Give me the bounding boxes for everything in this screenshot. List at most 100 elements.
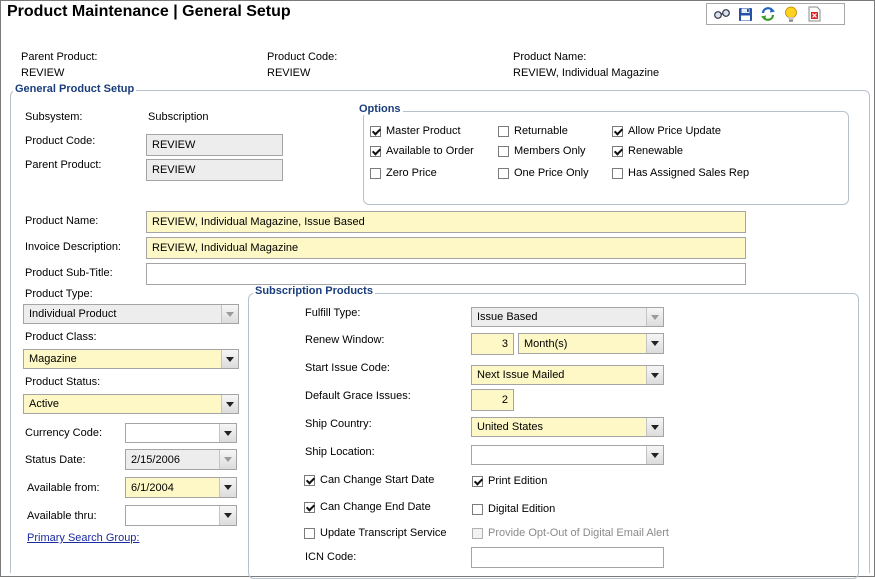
- subsystem-label: Subsystem:: [25, 111, 83, 123]
- ship-location-label: Ship Location:: [305, 446, 375, 458]
- product-code-field[interactable]: REVIEW: [146, 134, 283, 156]
- print-edition-label: Print Edition: [488, 475, 548, 487]
- chevron-down-icon[interactable]: [221, 305, 238, 323]
- glasses-icon[interactable]: [713, 5, 731, 23]
- invoice-description-label: Invoice Description:: [25, 241, 121, 253]
- currency-code-label: Currency Code:: [25, 427, 103, 439]
- default-grace-issues-label: Default Grace Issues:: [305, 390, 411, 402]
- one-price-only-checkbox[interactable]: One Price Only: [498, 167, 589, 179]
- lightbulb-icon[interactable]: [782, 5, 800, 23]
- fulfill-type-value: Issue Based: [477, 311, 538, 323]
- start-issue-code-dropdown[interactable]: Next Issue Mailed: [471, 365, 664, 385]
- product-status-label: Product Status:: [25, 376, 101, 388]
- subsystem-value: Subscription: [148, 111, 209, 123]
- ship-location-dropdown[interactable]: [471, 445, 664, 465]
- zero-price-label: Zero Price: [386, 167, 437, 179]
- chevron-down-icon[interactable]: [646, 446, 663, 464]
- product-status-value: Active: [29, 398, 59, 410]
- chevron-down-icon[interactable]: [219, 450, 236, 469]
- product-subtitle-field[interactable]: [146, 263, 746, 285]
- checkbox-mark[interactable]: [612, 145, 623, 157]
- product-type-dropdown[interactable]: Individual Product: [23, 304, 239, 324]
- refresh-icon[interactable]: [759, 5, 777, 23]
- icn-code-label: ICN Code:: [305, 551, 357, 563]
- product-class-value: Magazine: [29, 353, 77, 365]
- available-to-order-label: Available to Order: [386, 145, 474, 157]
- product-name-label: Product Name:: [25, 215, 99, 227]
- digital-edition-label: Digital Edition: [488, 503, 556, 515]
- checkbox-mark[interactable]: [472, 475, 483, 487]
- currency-code-dropdown[interactable]: [125, 423, 237, 443]
- members-only-checkbox[interactable]: Members Only: [498, 145, 586, 157]
- product-name-field[interactable]: REVIEW, Individual Magazine, Issue Based: [146, 211, 746, 233]
- chevron-down-icon[interactable]: [646, 334, 663, 353]
- parent-product-field[interactable]: REVIEW: [146, 159, 283, 181]
- can-change-end-date-label: Can Change End Date: [320, 501, 431, 513]
- checkbox-mark[interactable]: [498, 125, 509, 137]
- checkbox-mark[interactable]: [304, 474, 315, 486]
- chevron-down-icon[interactable]: [221, 395, 238, 413]
- has-assigned-sales-rep-checkbox[interactable]: Has Assigned Sales Rep: [612, 167, 749, 179]
- digital-edition-checkbox[interactable]: Digital Edition: [472, 503, 555, 515]
- checkbox-mark[interactable]: [304, 527, 315, 539]
- can-change-start-date-checkbox[interactable]: Can Change Start Date: [304, 474, 434, 486]
- checkbox-mark[interactable]: [370, 167, 381, 179]
- options-title: Options: [357, 103, 403, 115]
- checkbox-mark[interactable]: [370, 125, 381, 137]
- available-from-label: Available from:: [27, 482, 100, 494]
- checkbox-mark[interactable]: [370, 145, 381, 157]
- icn-code-field[interactable]: [471, 547, 664, 568]
- master-product-checkbox[interactable]: Master Product: [370, 125, 461, 137]
- checkbox-mark[interactable]: [498, 145, 509, 157]
- save-icon[interactable]: [736, 5, 754, 23]
- chevron-down-icon[interactable]: [646, 418, 663, 436]
- available-from-picker[interactable]: 6/1/2004: [125, 477, 237, 498]
- status-date-picker[interactable]: 2/15/2006: [125, 449, 237, 470]
- zero-price-checkbox[interactable]: Zero Price: [370, 167, 437, 179]
- returnable-checkbox[interactable]: Returnable: [498, 125, 568, 137]
- primary-search-group-link[interactable]: Primary Search Group:: [27, 532, 139, 544]
- delete-icon[interactable]: [805, 5, 823, 23]
- available-to-order-checkbox[interactable]: Available to Order: [370, 145, 474, 157]
- renew-window-field[interactable]: 3: [471, 333, 514, 355]
- checkbox-mark[interactable]: [472, 527, 483, 539]
- members-only-label: Members Only: [514, 145, 586, 157]
- product-status-dropdown[interactable]: Active: [23, 394, 239, 414]
- ship-country-value: United States: [477, 421, 544, 433]
- renew-window-unit-dropdown[interactable]: Month(s): [518, 333, 664, 354]
- summary-product-name-label: Product Name:: [513, 51, 587, 63]
- chevron-down-icon[interactable]: [646, 366, 663, 384]
- general-setup-title: General Product Setup: [13, 83, 137, 95]
- product-class-label: Product Class:: [25, 331, 97, 343]
- invoice-description-field[interactable]: REVIEW, Individual Magazine: [146, 237, 746, 259]
- opt-out-digital-email-checkbox[interactable]: Provide Opt-Out of Digital Email Alert: [472, 527, 669, 539]
- can-change-end-date-checkbox[interactable]: Can Change End Date: [304, 501, 431, 513]
- chevron-down-icon[interactable]: [219, 506, 236, 525]
- checkbox-mark[interactable]: [612, 167, 623, 179]
- chevron-down-icon[interactable]: [646, 308, 663, 326]
- parent-product-label: Parent Product:: [25, 159, 102, 171]
- chevron-down-icon[interactable]: [219, 424, 236, 442]
- renewable-label: Renewable: [628, 145, 684, 157]
- chevron-down-icon[interactable]: [221, 350, 238, 368]
- product-code-label: Product Code:: [25, 135, 96, 147]
- checkbox-mark[interactable]: [612, 125, 623, 137]
- available-thru-picker[interactable]: [125, 505, 237, 526]
- renew-window-unit-value: Month(s): [524, 337, 568, 350]
- allow-price-update-label: Allow Price Update: [628, 125, 721, 137]
- default-grace-issues-field[interactable]: 2: [471, 389, 514, 411]
- renewable-checkbox[interactable]: Renewable: [612, 145, 683, 157]
- print-edition-checkbox[interactable]: Print Edition: [472, 475, 547, 487]
- summary-product-code-label: Product Code:: [267, 51, 338, 63]
- one-price-only-label: One Price Only: [514, 167, 589, 179]
- fulfill-type-dropdown[interactable]: Issue Based: [471, 307, 664, 327]
- checkbox-mark[interactable]: [472, 503, 483, 515]
- allow-price-update-checkbox[interactable]: Allow Price Update: [612, 125, 721, 137]
- status-date-label: Status Date:: [25, 454, 86, 466]
- chevron-down-icon[interactable]: [219, 478, 236, 497]
- checkbox-mark[interactable]: [498, 167, 509, 179]
- update-transcript-service-checkbox[interactable]: Update Transcript Service: [304, 527, 447, 539]
- product-class-dropdown[interactable]: Magazine: [23, 349, 239, 369]
- checkbox-mark[interactable]: [304, 501, 315, 513]
- ship-country-dropdown[interactable]: United States: [471, 417, 664, 437]
